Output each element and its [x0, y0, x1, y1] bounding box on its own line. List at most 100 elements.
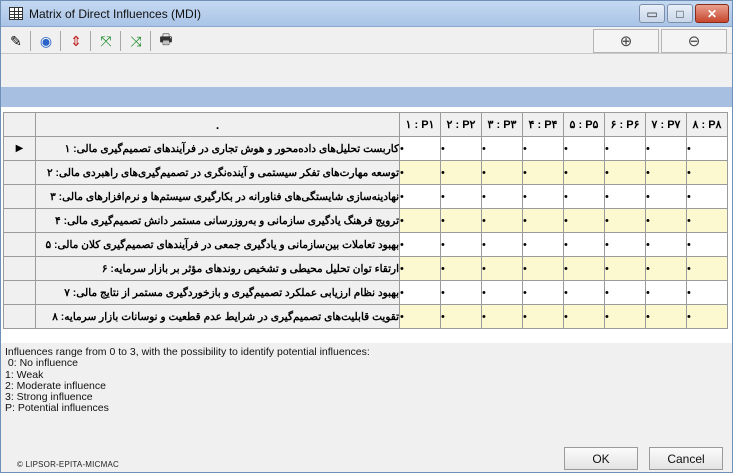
matrix-cell[interactable]: •	[604, 160, 646, 185]
matrix-cell[interactable]: •	[645, 280, 687, 305]
matrix-cell[interactable]: •	[604, 208, 646, 233]
matrix-cell[interactable]: •	[522, 184, 564, 209]
column-header[interactable]: ۴ : P۴	[522, 112, 564, 137]
row-selector[interactable]	[3, 232, 36, 257]
ok-button[interactable]: OK	[564, 447, 638, 470]
matrix-cell[interactable]: •	[563, 304, 605, 329]
column-header[interactable]: ۷ : P۷	[645, 112, 687, 137]
matrix-cell[interactable]: •	[604, 232, 646, 257]
cancel-button[interactable]: Cancel	[649, 447, 723, 470]
matrix-cell[interactable]: •	[645, 160, 687, 185]
matrix-cell[interactable]: •	[686, 136, 728, 161]
matrix-cell[interactable]: •	[563, 208, 605, 233]
matrix-cell[interactable]: •	[522, 136, 564, 161]
matrix-cell[interactable]: •	[604, 304, 646, 329]
matrix-cell[interactable]: •	[399, 208, 441, 233]
table-row[interactable]: ارتقاء توان تحلیل محیطی و تشخیص روندهای …	[3, 256, 728, 281]
minimize-button[interactable]: ▭	[639, 4, 665, 23]
zoom-in-button[interactable]: ⊕	[593, 29, 659, 53]
matrix-cell[interactable]: •	[522, 280, 564, 305]
close-button[interactable]: ✕	[695, 4, 729, 23]
arrows-up-down-icon[interactable]: ⇕	[65, 30, 87, 52]
maximize-button[interactable]: □	[667, 4, 693, 23]
matrix-cell[interactable]: •	[686, 232, 728, 257]
matrix-cell[interactable]: •	[440, 304, 482, 329]
matrix-cell[interactable]: •	[604, 256, 646, 281]
column-header[interactable]: ۶ : P۶	[604, 112, 646, 137]
matrix-cell[interactable]: •	[481, 304, 523, 329]
arrows-out-icon[interactable]: ⤨	[125, 30, 147, 52]
matrix-cell[interactable]: •	[686, 256, 728, 281]
matrix-cell[interactable]: •	[563, 232, 605, 257]
matrix-cell[interactable]: •	[645, 184, 687, 209]
table-row[interactable]: بهبود تعاملات بین‌سازمانی و یادگیری جمعی…	[3, 232, 728, 257]
row-selector[interactable]	[3, 208, 36, 233]
matrix-cell[interactable]: •	[563, 160, 605, 185]
table-row[interactable]: تقویت قابلیت‌های تصمیم‌گیری در شرایط عدم…	[3, 304, 728, 329]
matrix-cell[interactable]: •	[481, 184, 523, 209]
matrix-cell[interactable]: •	[399, 256, 441, 281]
row-selector[interactable]	[3, 304, 36, 329]
matrix-cell[interactable]: •	[399, 280, 441, 305]
matrix-cell[interactable]: •	[522, 208, 564, 233]
matrix-cell[interactable]: •	[686, 160, 728, 185]
table-row[interactable]: ترویج فرهنگ یادگیری سازمانی و به‌روزرسان…	[3, 208, 728, 233]
matrix-cell[interactable]: •	[563, 136, 605, 161]
column-header[interactable]: ۳ : P۳	[481, 112, 523, 137]
matrix-cell[interactable]: •	[440, 280, 482, 305]
column-header[interactable]: ۱ : P۱	[399, 112, 441, 137]
pencil-icon[interactable]: ✎	[5, 30, 27, 52]
matrix-cell[interactable]: •	[645, 256, 687, 281]
table-row[interactable]: توسعه مهارت‌های تفکر سیستمی و آینده‌نگری…	[3, 160, 728, 185]
row-selector[interactable]	[3, 184, 36, 209]
row-selector[interactable]	[3, 280, 36, 305]
column-header[interactable]: ۸ : P۸	[686, 112, 728, 137]
table-row[interactable]: ▶ کاربست تحلیل‌های داده‌محور و هوش تجاری …	[3, 136, 728, 161]
matrix-cell[interactable]: •	[604, 184, 646, 209]
column-header[interactable]: ۵ : P۵	[563, 112, 605, 137]
matrix-cell[interactable]: •	[686, 304, 728, 329]
matrix-cell[interactable]: •	[481, 256, 523, 281]
column-header[interactable]: ۲ : P۲	[440, 112, 482, 137]
matrix-cell[interactable]: •	[399, 184, 441, 209]
table-row[interactable]: بهبود نظام ارزیابی عملکرد تصمیم‌گیری و ب…	[3, 280, 728, 305]
matrix-cell[interactable]: •	[440, 208, 482, 233]
matrix-cell[interactable]: •	[563, 256, 605, 281]
matrix-cell[interactable]: •	[645, 208, 687, 233]
matrix-cell[interactable]: •	[645, 136, 687, 161]
matrix-cell[interactable]: •	[440, 184, 482, 209]
matrix-grid-area[interactable]: . ۱ : P۱ ۲ : P۲ ۳ : P۳ ۴ : P۴ ۵ : P۵ ۶ :…	[1, 107, 732, 343]
matrix-cell[interactable]: •	[481, 136, 523, 161]
matrix-cell[interactable]: •	[686, 184, 728, 209]
matrix-cell[interactable]: •	[399, 136, 441, 161]
matrix-cell[interactable]: •	[522, 160, 564, 185]
table-row[interactable]: نهادینه‌سازی شایستگی‌های فناورانه در بکا…	[3, 184, 728, 209]
matrix-cell[interactable]: •	[686, 208, 728, 233]
matrix-cell[interactable]: •	[522, 256, 564, 281]
arrows-in-icon[interactable]: ⤧	[95, 30, 117, 52]
matrix-cell[interactable]: •	[399, 304, 441, 329]
matrix-cell[interactable]: •	[481, 280, 523, 305]
matrix-cell[interactable]: •	[645, 232, 687, 257]
matrix-cell[interactable]: •	[399, 232, 441, 257]
matrix-cell[interactable]: •	[440, 232, 482, 257]
sphere-icon[interactable]: ◉	[35, 30, 57, 52]
title-bar[interactable]: Matrix of Direct Influences (MDI) ▭ □ ✕	[1, 1, 732, 27]
matrix-cell[interactable]: •	[399, 160, 441, 185]
matrix-cell[interactable]: •	[481, 160, 523, 185]
matrix-cell[interactable]: •	[522, 232, 564, 257]
zoom-out-button[interactable]: ⊖	[661, 29, 727, 53]
matrix-cell[interactable]: •	[686, 280, 728, 305]
matrix-cell[interactable]: •	[440, 160, 482, 185]
matrix-cell[interactable]: •	[645, 304, 687, 329]
row-selector[interactable]	[3, 160, 36, 185]
matrix-cell[interactable]: •	[481, 208, 523, 233]
row-selector[interactable]: ▶	[3, 136, 36, 161]
matrix-cell[interactable]: •	[522, 304, 564, 329]
matrix-cell[interactable]: •	[604, 280, 646, 305]
matrix-cell[interactable]: •	[481, 232, 523, 257]
printer-icon[interactable]: 🖶	[155, 30, 177, 52]
matrix-cell[interactable]: •	[563, 280, 605, 305]
matrix-cell[interactable]: •	[440, 256, 482, 281]
row-selector[interactable]	[3, 256, 36, 281]
